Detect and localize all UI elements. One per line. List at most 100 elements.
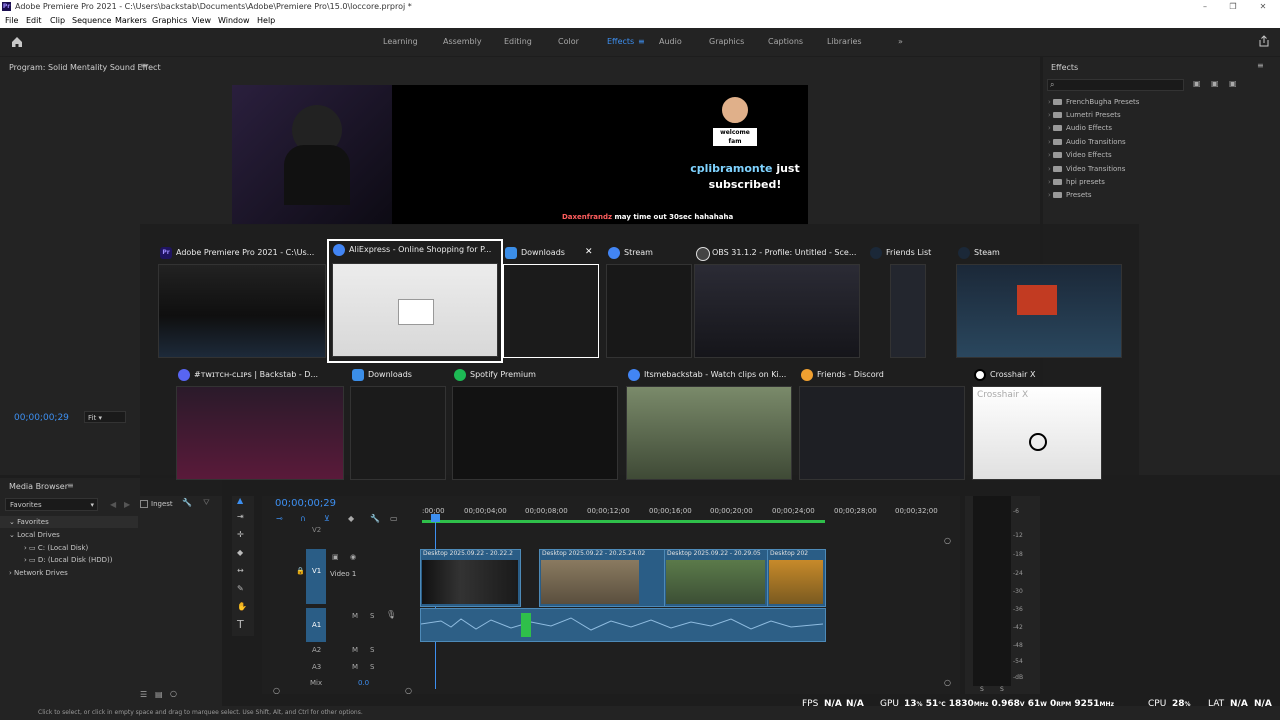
close-icon[interactable]: ✕ — [1248, 0, 1278, 14]
fit-dropdown[interactable]: Fit ▾ — [84, 411, 126, 423]
list-view-icon[interactable]: ☰ — [140, 690, 147, 699]
ingest-checkbox[interactable] — [140, 500, 148, 508]
switcher-tile-spotify[interactable]: Spotify Premium — [450, 366, 620, 480]
switcher-tile-steam[interactable]: Steam — [954, 244, 1124, 358]
mute-button[interactable]: M — [352, 612, 358, 620]
video-clip[interactable]: Desktop 2025.09.22 - 20.22.2 — [420, 549, 521, 607]
time-ruler[interactable]: :00;00 00;00;04;00 00;00;08;00 00;00;12;… — [422, 506, 952, 526]
wrench-icon[interactable]: 🔧 — [370, 514, 380, 523]
switcher-tile-aliexpress[interactable]: AliExpress - Online Shopping for P... — [327, 239, 503, 363]
effects-item[interactable]: › Video Transitions — [1048, 165, 1125, 173]
minimize-icon[interactable]: – — [1190, 0, 1220, 14]
switcher-tile-obs[interactable]: OBS 31.1.2 - Profile: Untitled - Sce... — [692, 244, 862, 358]
razor-icon[interactable]: ◆ — [237, 548, 243, 557]
mute-button[interactable]: M — [352, 646, 358, 654]
timeline-timecode[interactable]: 00;00;00;29 — [275, 498, 336, 509]
video-clip[interactable]: Desktop 202 — [767, 549, 826, 607]
effects-item[interactable]: › FrenchBugha Presets — [1048, 98, 1139, 106]
menu-file[interactable]: File — [5, 16, 18, 25]
effects-item[interactable]: › Lumetri Presets — [1048, 111, 1121, 119]
switcher-tile-premiere[interactable]: Pr Adobe Premiere Pro 2021 - C:\Us... — [156, 244, 326, 358]
effects-item[interactable]: › Video Effects — [1048, 151, 1112, 159]
vertical-scroll-handle[interactable]: ○ — [944, 678, 951, 687]
effects-item[interactable]: › Audio Transitions — [1048, 138, 1126, 146]
tab-learning[interactable]: Learning — [383, 37, 418, 46]
audio-clip[interactable] — [420, 608, 826, 642]
home-icon[interactable] — [10, 35, 24, 49]
icon-view-icon[interactable]: ▤ — [155, 690, 163, 699]
panel-menu-icon[interactable]: ≡ — [67, 481, 74, 490]
forward-arrow-icon[interactable]: ▶ — [124, 500, 130, 509]
tab-assembly[interactable]: Assembly — [443, 37, 482, 46]
linked-selection-icon[interactable]: ∩ — [300, 514, 306, 523]
close-window-icon[interactable]: ✕ — [585, 247, 593, 257]
switcher-tile-friends-list[interactable]: Friends List — [866, 244, 952, 358]
panel-menu-icon[interactable]: ≡ — [140, 61, 147, 70]
switcher-tile-crosshair[interactable]: Crosshair X Crosshair X — [970, 366, 1104, 480]
switcher-tile-kick-clips[interactable]: Itsmebackstab - Watch clips on Ki... — [624, 366, 794, 480]
solo-button[interactable]: S — [370, 663, 374, 671]
selection-tool-icon[interactable]: ▲ — [237, 496, 243, 505]
tab-editing[interactable]: Editing — [504, 37, 532, 46]
filter-icon[interactable]: ⛛ — [203, 498, 210, 508]
menu-graphics[interactable]: Graphics — [152, 16, 187, 25]
program-timecode[interactable]: 00;00;00;29 — [14, 413, 69, 423]
tree-local-drives[interactable]: ⌄ Local Drives — [9, 531, 60, 539]
tab-effects[interactable]: Effects — [607, 37, 634, 46]
snap-icon[interactable]: ⊸ — [276, 514, 283, 523]
menu-edit[interactable]: Edit — [26, 16, 42, 25]
menu-sequence[interactable]: Sequence — [72, 16, 111, 25]
mic-icon[interactable]: 🎙 — [386, 610, 396, 619]
new-bin-icon[interactable]: ▣ — [1193, 79, 1201, 88]
panel-menu-icon[interactable]: ≡ — [1257, 61, 1264, 70]
effects-item[interactable]: › Presets — [1048, 191, 1092, 199]
timeline-scroll-handle[interactable]: ○ — [273, 686, 280, 695]
switcher-tile-discord-clips[interactable]: #ᴛᴡɪᴛᴄʜ-ᴄʟɪᴘs | Backstab - D... — [174, 366, 344, 480]
solo-button[interactable]: S — [1000, 686, 1004, 693]
type-tool-icon[interactable]: T — [237, 618, 244, 631]
hand-tool-icon[interactable]: ✋ — [237, 602, 247, 611]
menu-clip[interactable]: Clip — [50, 16, 65, 25]
pen-tool-icon[interactable]: ✎ — [237, 584, 244, 593]
eye-icon[interactable]: ◉ — [350, 553, 356, 561]
restore-icon[interactable]: ❐ — [1218, 0, 1248, 14]
mute-button[interactable]: M — [352, 663, 358, 671]
yuv-icon[interactable]: ▣ — [1229, 79, 1237, 88]
tab-libraries[interactable]: Libraries — [827, 37, 862, 46]
tab-audio[interactable]: Audio — [659, 37, 682, 46]
overflow-chevron-icon[interactable]: » — [898, 37, 903, 46]
favorites-dropdown[interactable]: Favorites ▾ — [5, 498, 98, 511]
hamburger-icon[interactable]: ≡ — [638, 37, 645, 46]
effects-search-input[interactable]: ⌕ — [1047, 79, 1184, 91]
tab-graphics[interactable]: Graphics — [709, 37, 744, 46]
wrench-icon[interactable]: 🔧 — [182, 498, 192, 507]
tab-color[interactable]: Color — [558, 37, 579, 46]
video-clip[interactable]: Desktop 2025.09.22 - 20.25.24.02 — [539, 549, 665, 607]
menu-window[interactable]: Window — [218, 16, 250, 25]
preset-icon[interactable]: ▣ — [1211, 79, 1219, 88]
track-v1-target[interactable] — [306, 549, 326, 604]
menu-markers[interactable]: Markers — [115, 16, 147, 25]
switcher-tile-friends-discord[interactable]: Friends - Discord — [797, 366, 967, 480]
effects-item[interactable]: › Audio Effects — [1048, 124, 1112, 132]
marker-icon[interactable]: ◆ — [348, 514, 354, 523]
switcher-tile-downloads[interactable]: Downloads ✕ — [501, 244, 601, 358]
captions-icon[interactable]: ▭ — [390, 514, 398, 523]
slip-tool-icon[interactable]: ↔ — [237, 566, 244, 575]
tree-d-drive[interactable]: › ▭ D: (Local Disk (HDD)) — [24, 556, 112, 564]
menu-view[interactable]: View — [192, 16, 211, 25]
timeline-scroll-handle[interactable]: ○ — [405, 686, 412, 695]
toggle-output-icon[interactable]: ▣ — [332, 553, 339, 561]
playhead-handle[interactable] — [431, 514, 440, 522]
add-marker-icon[interactable]: ⊻ — [324, 514, 330, 523]
solo-button[interactable]: S — [370, 612, 374, 620]
tab-captions[interactable]: Captions — [768, 37, 803, 46]
track-select-icon[interactable]: ⇥ — [237, 512, 244, 521]
mix-value[interactable]: 0.0 — [358, 679, 369, 687]
program-video-frame[interactable]: welcome fam cplibramonte just subscribed… — [232, 85, 808, 225]
tree-favorites[interactable]: ⌄ Favorites — [9, 518, 49, 526]
ripple-edit-icon[interactable]: ✛ — [237, 530, 244, 539]
share-icon[interactable] — [1258, 35, 1270, 47]
lock-icon[interactable]: 🔒 — [296, 567, 305, 575]
zoom-slider[interactable]: ○ — [170, 689, 177, 698]
